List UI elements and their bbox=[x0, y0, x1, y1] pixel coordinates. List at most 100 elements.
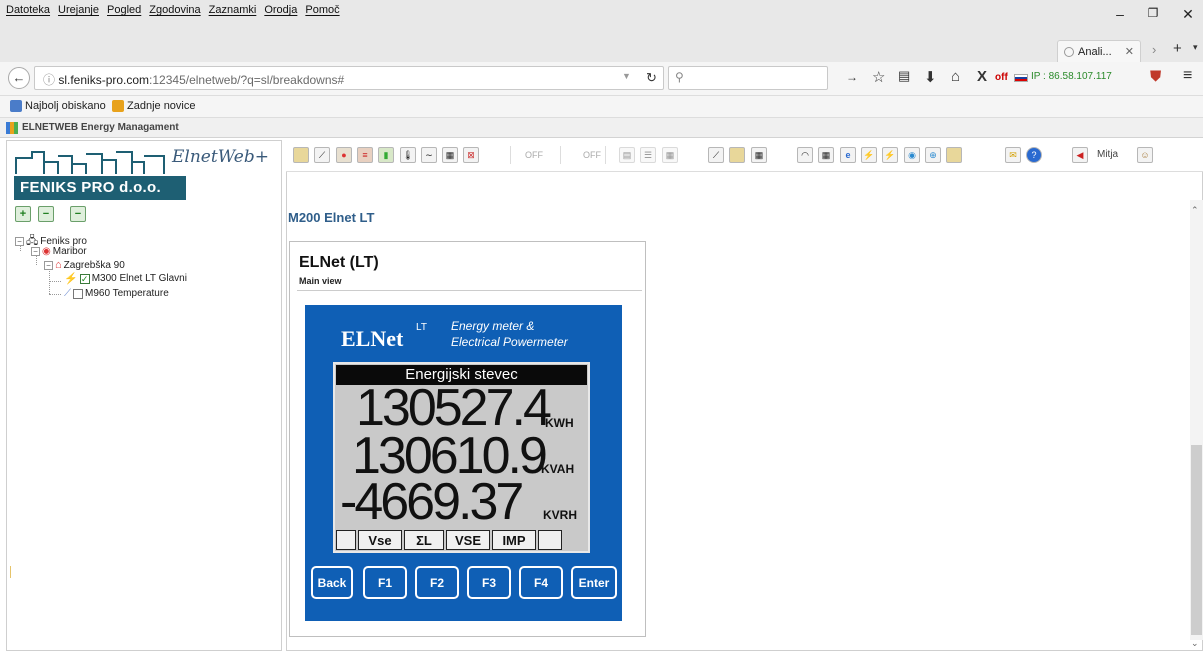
grid-icon[interactable]: ▦ bbox=[662, 147, 678, 163]
menu-zaznamki[interactable]: Zaznamki bbox=[209, 4, 257, 16]
help-icon[interactable]: ? bbox=[1026, 147, 1042, 163]
card-divider bbox=[297, 290, 642, 291]
meter-enter-button[interactable]: Enter bbox=[571, 566, 617, 599]
tree-toggle-icon[interactable]: − bbox=[44, 260, 53, 270]
logout-icon[interactable]: ◀ bbox=[1072, 147, 1088, 163]
scrollbar-thumb[interactable] bbox=[1191, 445, 1202, 635]
user-icon[interactable]: ☺ bbox=[1137, 147, 1153, 163]
url-field[interactable]: ⓘ sl.feniks-pro.com:12345/elnetweb/?q=sl… bbox=[34, 66, 664, 90]
device2-checkbox[interactable] bbox=[73, 288, 83, 299]
tree-toggle-icon[interactable]: − bbox=[15, 237, 24, 246]
menu-urejanje[interactable]: Urejanje bbox=[58, 4, 99, 16]
app-title: ELNETWEB Energy Managament bbox=[22, 122, 179, 133]
info-icon[interactable]: ⓘ bbox=[43, 73, 58, 87]
message-icon[interactable]: ✉ bbox=[1005, 147, 1021, 163]
tab-label: Anali... bbox=[1078, 45, 1112, 58]
softkey-blank-left[interactable] bbox=[336, 530, 356, 550]
bookmark-star-icon[interactable]: ☆ bbox=[872, 68, 885, 86]
unit-kvrh: KVRH bbox=[543, 508, 578, 522]
card-title: ELNet (LT) bbox=[299, 254, 379, 271]
off-toggle-2[interactable]: OFF bbox=[583, 150, 601, 160]
chart-bar-2-icon[interactable] bbox=[729, 147, 745, 163]
reload-icon[interactable]: ↻ bbox=[646, 70, 657, 86]
x-extension-icon[interactable]: X bbox=[977, 68, 987, 85]
softkey-vse[interactable]: Vse bbox=[358, 530, 402, 550]
app-title-bar: ELNETWEB Energy Managament bbox=[0, 118, 1203, 138]
remove-node-button[interactable]: − bbox=[38, 206, 54, 222]
close-window-icon[interactable]: ✕ bbox=[1178, 6, 1198, 23]
menu-orodja[interactable]: Orodja bbox=[264, 4, 297, 16]
thermometer-icon[interactable]: 🌡 bbox=[400, 147, 416, 163]
chart-bar-3-icon[interactable] bbox=[946, 147, 962, 163]
matrix-icon[interactable]: ▦ bbox=[818, 147, 834, 163]
tab-list-icon[interactable]: ▾ bbox=[1193, 42, 1198, 53]
trend-icon[interactable]: ∼ bbox=[421, 147, 437, 163]
back-icon[interactable]: ← bbox=[8, 67, 30, 89]
clock-icon[interactable]: ◉ bbox=[904, 147, 920, 163]
report-icon[interactable]: ⊠ bbox=[463, 147, 479, 163]
bookmark-most-visited[interactable]: Najbolj obiskano bbox=[10, 100, 106, 112]
meter-f4-button[interactable]: F4 bbox=[519, 566, 563, 599]
meter-f1-button[interactable]: F1 bbox=[363, 566, 407, 599]
off-toggle-1[interactable]: OFF bbox=[525, 150, 543, 160]
chart-bar-icon[interactable] bbox=[293, 147, 309, 163]
url-dropdown-icon[interactable]: ▼ bbox=[622, 71, 631, 81]
restore-icon[interactable]: ❐ bbox=[1143, 6, 1163, 20]
hamburger-menu-icon[interactable]: ≡ bbox=[1183, 67, 1192, 85]
add-node-button[interactable]: + bbox=[15, 206, 31, 222]
tree-node-address[interactable]: − ⌂ Zagrebška 90 bbox=[44, 259, 125, 271]
pie-chart-icon[interactable]: ● bbox=[336, 147, 352, 163]
softkey-sigma-l[interactable]: ΣL bbox=[404, 530, 444, 550]
browser-e-icon[interactable]: e bbox=[840, 147, 856, 163]
stack-icon[interactable]: ≡ bbox=[357, 147, 373, 163]
shield-icon[interactable]: ⛊ bbox=[1150, 68, 1161, 85]
softkey-vse-upper[interactable]: VSE bbox=[446, 530, 490, 550]
menu-pomoc[interactable]: Pomoč bbox=[305, 4, 339, 16]
table-2-icon[interactable]: ▦ bbox=[751, 147, 767, 163]
softkey-blank-right[interactable] bbox=[538, 530, 562, 550]
line-chart-icon[interactable]: ⟋ bbox=[314, 147, 330, 163]
meter-f3-button[interactable]: F3 bbox=[467, 566, 511, 599]
home-icon[interactable]: ⌂ bbox=[951, 68, 960, 85]
calendar-icon[interactable]: ▤ bbox=[619, 147, 635, 163]
menu-datoteka[interactable]: Datoteka bbox=[6, 4, 50, 16]
meter-back-button[interactable]: Back bbox=[311, 566, 353, 599]
tree-node-device2[interactable]: ⟋ M960 Temperature bbox=[64, 288, 169, 299]
tree-node-device1[interactable]: ⚡ ✓ M300 Elnet LT Glavni bbox=[64, 272, 187, 285]
reader-icon[interactable]: ▤ bbox=[898, 68, 910, 84]
scroll-down-icon[interactable]: ⌄ bbox=[1191, 638, 1199, 649]
gauge-icon[interactable]: ◠ bbox=[797, 147, 813, 163]
unit-kvah: KVAH bbox=[541, 462, 575, 476]
go-icon[interactable]: → bbox=[846, 70, 858, 84]
card-subtitle: Main view bbox=[299, 276, 342, 286]
device-title: M200 Elnet LT bbox=[288, 210, 375, 225]
list-icon[interactable]: ☰ bbox=[640, 147, 656, 163]
new-tab-icon[interactable]: + bbox=[1173, 40, 1182, 57]
tab-close-icon[interactable]: ✕ bbox=[1125, 45, 1134, 58]
device1-checkbox[interactable]: ✓ bbox=[79, 273, 90, 284]
tree-connector bbox=[49, 294, 61, 295]
tree-node-city[interactable]: − ◉ Maribor bbox=[31, 246, 87, 257]
battery-icon[interactable]: ▮ bbox=[378, 147, 394, 163]
tab-scroll-icon[interactable]: › bbox=[1152, 42, 1156, 57]
meter-f2-button[interactable]: F2 bbox=[415, 566, 459, 599]
download-icon[interactable]: ⬇ bbox=[924, 68, 937, 86]
splitter-handle[interactable] bbox=[10, 566, 11, 578]
bolt-blue-icon[interactable]: ⚡ bbox=[882, 147, 898, 163]
softkey-imp[interactable]: IMP bbox=[492, 530, 536, 550]
plugin-icon[interactable]: ⊕ bbox=[925, 147, 941, 163]
line-chart-2-icon[interactable]: ⟋ bbox=[708, 147, 724, 163]
menu-pogled[interactable]: Pogled bbox=[107, 4, 141, 16]
search-input[interactable]: ⚲ bbox=[668, 66, 828, 90]
bookmark-latest-news[interactable]: Zadnje novice bbox=[112, 100, 196, 112]
lightning-icon: ⚡ bbox=[64, 273, 78, 285]
logo-script: ElnetWeb+ bbox=[172, 147, 269, 167]
tab-analysis[interactable]: Anali... ✕ bbox=[1057, 40, 1141, 62]
bolt-icon[interactable]: ⚡ bbox=[861, 147, 877, 163]
scroll-up-icon[interactable]: ⌃ bbox=[1191, 205, 1199, 216]
table-icon[interactable]: ▦ bbox=[442, 147, 458, 163]
tree-toggle-icon[interactable]: − bbox=[31, 247, 40, 256]
menu-zgodovina[interactable]: Zgodovina bbox=[149, 4, 200, 16]
minimize-icon[interactable]: – bbox=[1110, 6, 1130, 22]
collapse-button[interactable]: − bbox=[70, 206, 86, 222]
